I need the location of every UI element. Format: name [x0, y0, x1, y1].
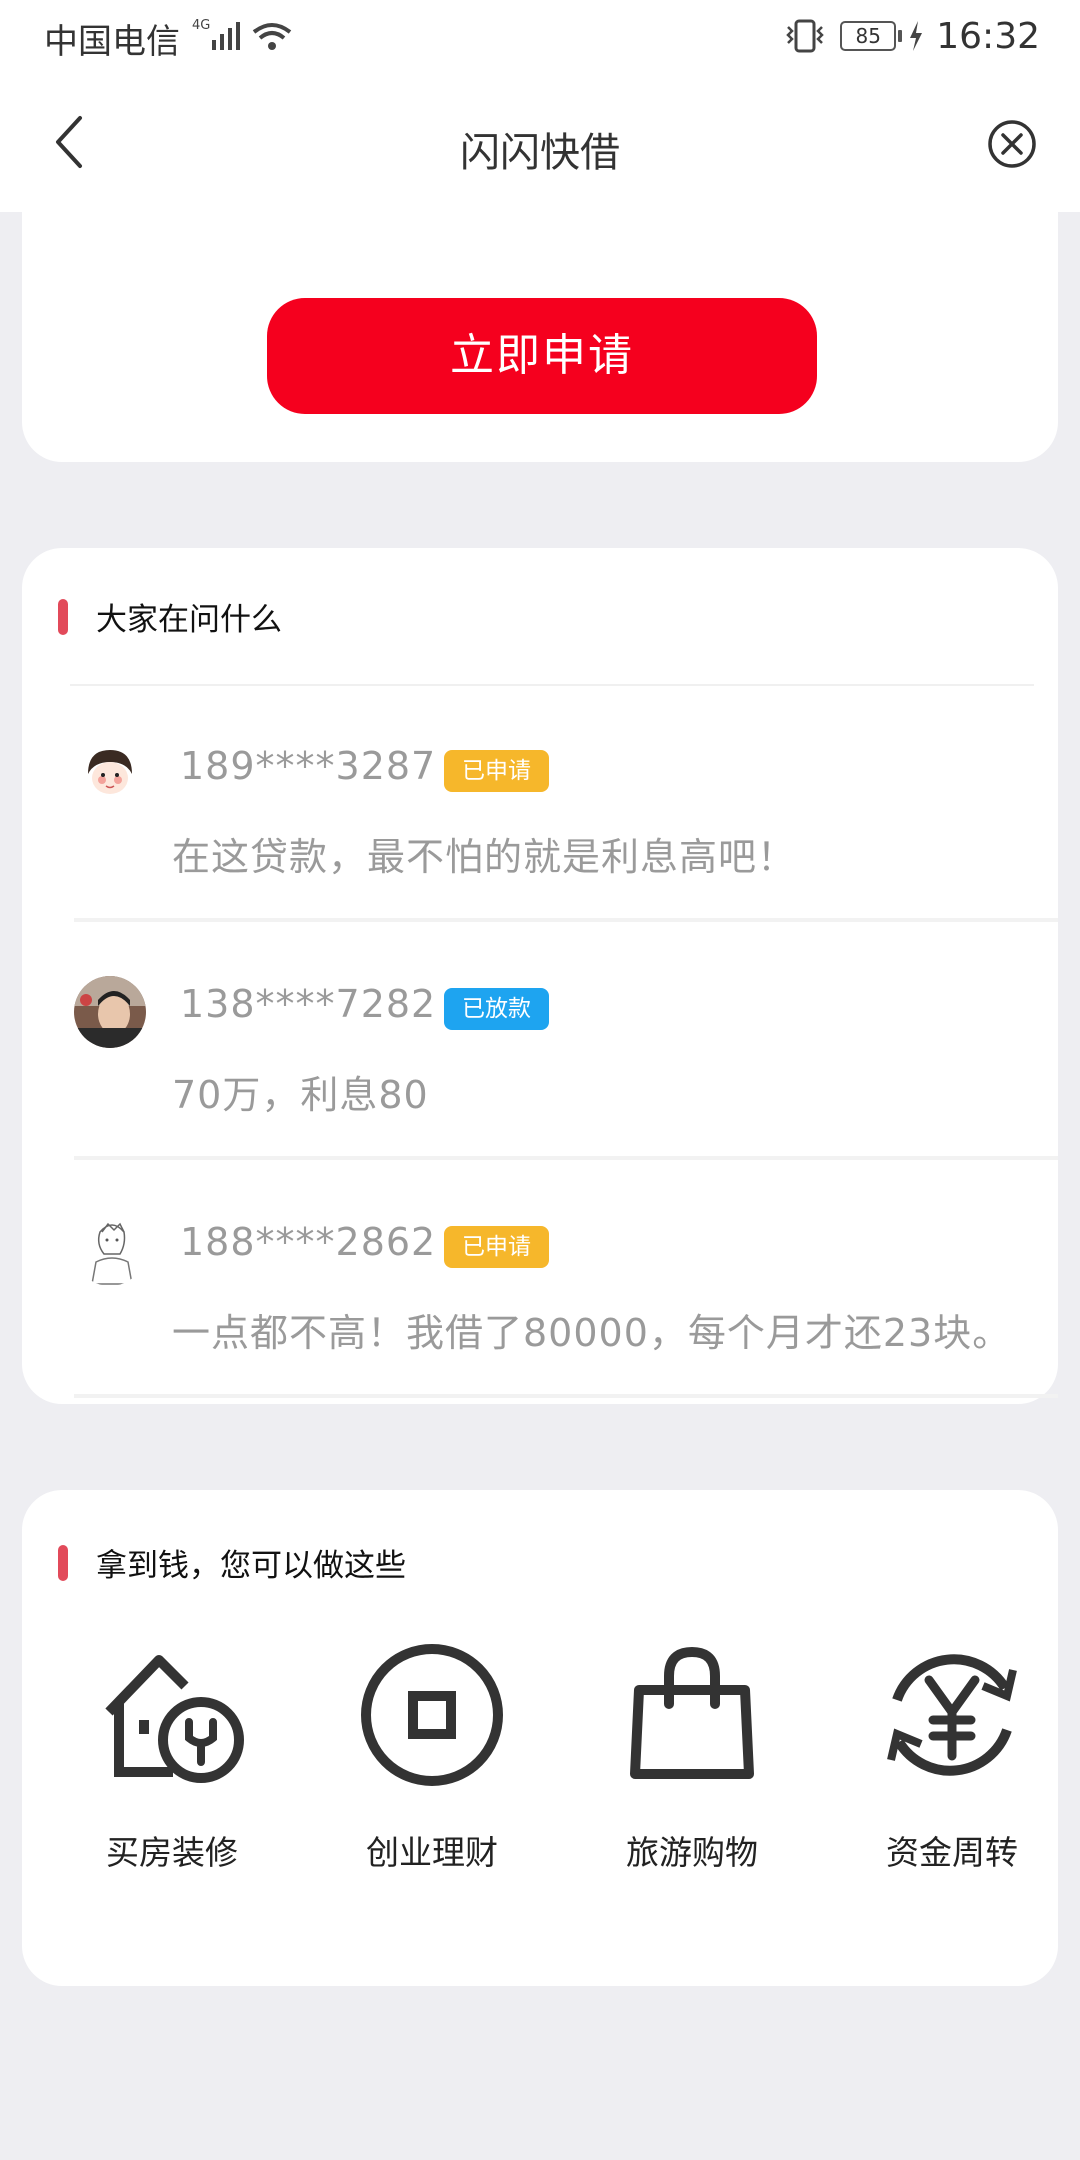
vibrate-icon	[786, 19, 825, 53]
uses-section-title: 拿到钱，您可以做这些	[96, 1548, 406, 1584]
item-separator	[74, 1156, 1058, 1160]
shopping-bag-icon	[630, 1646, 754, 1779]
house-wrench-icon	[105, 1655, 244, 1783]
item-separator	[74, 918, 1058, 922]
close-icon[interactable]	[986, 118, 1038, 170]
apply-now-button[interactable]: 立即申请	[267, 298, 817, 414]
use-item-house-renovation[interactable]: 买房装修	[72, 1640, 272, 1890]
yuan-cycle-icon	[887, 1654, 1017, 1776]
qa-message: 一点都不高！我借了80000，每个月才还23块。	[172, 1311, 1012, 1355]
signal-wifi-icon: 4G	[192, 18, 292, 50]
qa-message: 70万，利息80	[172, 1073, 429, 1117]
use-label: 资金周转	[886, 1833, 1018, 1872]
qa-message: 在这贷款，最不怕的就是利息高吧！	[172, 835, 797, 879]
user-phone: 188****2862	[180, 1220, 437, 1264]
user-phone: 189****3287	[180, 744, 437, 788]
avatar	[74, 738, 146, 810]
clock: 16:32	[936, 15, 1040, 57]
qa-item: 188****2862 已申请 一点都不高！我借了80000，每个月才还23块。	[22, 1162, 1058, 1398]
avatar	[74, 976, 146, 1048]
item-separator	[74, 1394, 1058, 1398]
status-badge: 已申请	[444, 1226, 549, 1268]
coin-square-icon	[361, 1644, 503, 1786]
qa-section-title: 大家在问什么	[96, 602, 282, 638]
carrier-label: 中国电信	[44, 22, 180, 62]
qa-item: 138****7282 已放款 70万，利息80	[22, 924, 1058, 1160]
uses-card: 拿到钱，您可以做这些 买房装修 创业理财 旅游购物 资金周转	[22, 1490, 1058, 1986]
use-label: 创业理财	[366, 1833, 498, 1872]
status-badge: 已放款	[444, 988, 549, 1030]
user-phone: 138****7282	[180, 982, 437, 1026]
status-right: 85 16:32	[782, 10, 1040, 62]
use-item-business-finance[interactable]: 创业理财	[332, 1640, 532, 1890]
qa-section-header: 大家在问什么	[58, 594, 282, 639]
status-badge: 已申请	[444, 750, 549, 792]
nav-bar: 闪闪快借	[0, 72, 1080, 212]
use-item-travel-shopping[interactable]: 旅游购物	[592, 1640, 792, 1890]
battery-indicator: 85	[840, 21, 903, 51]
use-item-capital-turnover[interactable]: 资金周转	[852, 1640, 1052, 1890]
use-label: 旅游购物	[626, 1833, 758, 1872]
status-bar: 中国电信 4G 85 16:32	[0, 0, 1080, 72]
qa-item: 189****3287 已申请 在这贷款，最不怕的就是利息高吧！	[22, 686, 1058, 922]
qa-card: 大家在问什么 189****3287 已申请 在这贷款，最不怕的就是利息高吧！	[22, 548, 1058, 1404]
use-label: 买房装修	[106, 1833, 238, 1872]
apply-card: 立即申请	[22, 212, 1058, 462]
avatar	[74, 1214, 146, 1286]
uses-section-header: 拿到钱，您可以做这些	[58, 1540, 406, 1585]
page-title: 闪闪快借	[460, 130, 620, 176]
charging-icon	[910, 21, 923, 51]
network-label: 4G	[192, 18, 210, 33]
uses-grid: 买房装修 创业理财 旅游购物 资金周转	[22, 1640, 1058, 1890]
section-marker	[58, 598, 68, 635]
section-marker	[58, 1544, 68, 1581]
